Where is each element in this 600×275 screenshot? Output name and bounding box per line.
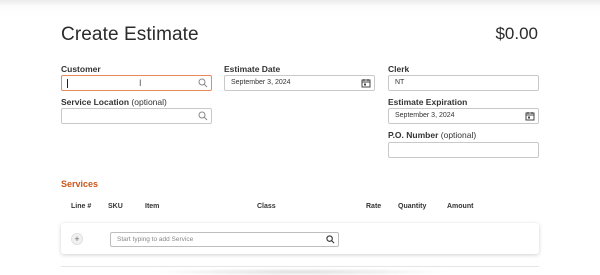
- column-header-item: Item: [145, 203, 160, 210]
- add-service-row: + Start typing to add Service: [61, 223, 539, 254]
- estimate-expiration-value: September 3, 2024: [395, 112, 455, 119]
- calendar-icon[interactable]: [525, 111, 535, 121]
- optional-hint: (optional): [131, 97, 167, 107]
- service-search-placeholder: Start typing to add Service: [117, 236, 194, 243]
- estimate-date-input[interactable]: September 3, 2024: [224, 75, 375, 91]
- clerk-input[interactable]: NT: [388, 75, 539, 91]
- customer-label: Customer: [61, 64, 101, 74]
- po-number-input[interactable]: [388, 142, 539, 158]
- column-header-quantity: Quantity: [398, 203, 427, 210]
- po-number-label: P.O. Number (optional): [388, 130, 476, 140]
- service-location-label-text: Service Location: [61, 97, 130, 107]
- column-header-amount: Amount: [447, 203, 474, 210]
- service-location-input[interactable]: [61, 108, 212, 124]
- top-shadow: [0, 0, 600, 6]
- search-icon[interactable]: [198, 78, 208, 88]
- estimate-expiration-input[interactable]: September 3, 2024: [388, 108, 539, 124]
- page-title: Create Estimate: [61, 24, 199, 45]
- clerk-label: Clerk: [388, 64, 410, 74]
- text-cursor-icon: I: [139, 78, 142, 88]
- create-estimate-page: Create Estimate $0.00 Customer I Service…: [0, 0, 600, 275]
- estimate-date-value: September 3, 2024: [231, 79, 291, 86]
- po-number-label-text: P.O. Number: [388, 130, 439, 140]
- optional-hint: (optional): [440, 130, 477, 140]
- search-icon[interactable]: [326, 235, 335, 244]
- column-header-class: Class: [257, 203, 276, 210]
- estimate-expiration-label: Estimate Expiration: [388, 97, 468, 107]
- column-header-line: Line #: [71, 203, 92, 210]
- services-section-title: Services: [61, 179, 99, 189]
- column-header-rate: Rate: [366, 203, 382, 210]
- estimate-total: $0.00: [495, 24, 538, 43]
- clerk-value: NT: [395, 79, 405, 86]
- add-service-button[interactable]: +: [71, 233, 83, 245]
- calendar-icon[interactable]: [361, 78, 371, 88]
- column-header-sku: SKU: [108, 203, 123, 210]
- service-search-input[interactable]: Start typing to add Service: [110, 232, 339, 247]
- divider: [61, 266, 539, 267]
- search-icon[interactable]: [198, 111, 208, 121]
- service-location-label: Service Location (optional): [61, 97, 167, 107]
- text-caret: [67, 79, 68, 88]
- customer-input[interactable]: I: [61, 75, 212, 91]
- estimate-date-label: Estimate Date: [224, 64, 281, 74]
- bottom-shadow: [150, 268, 450, 275]
